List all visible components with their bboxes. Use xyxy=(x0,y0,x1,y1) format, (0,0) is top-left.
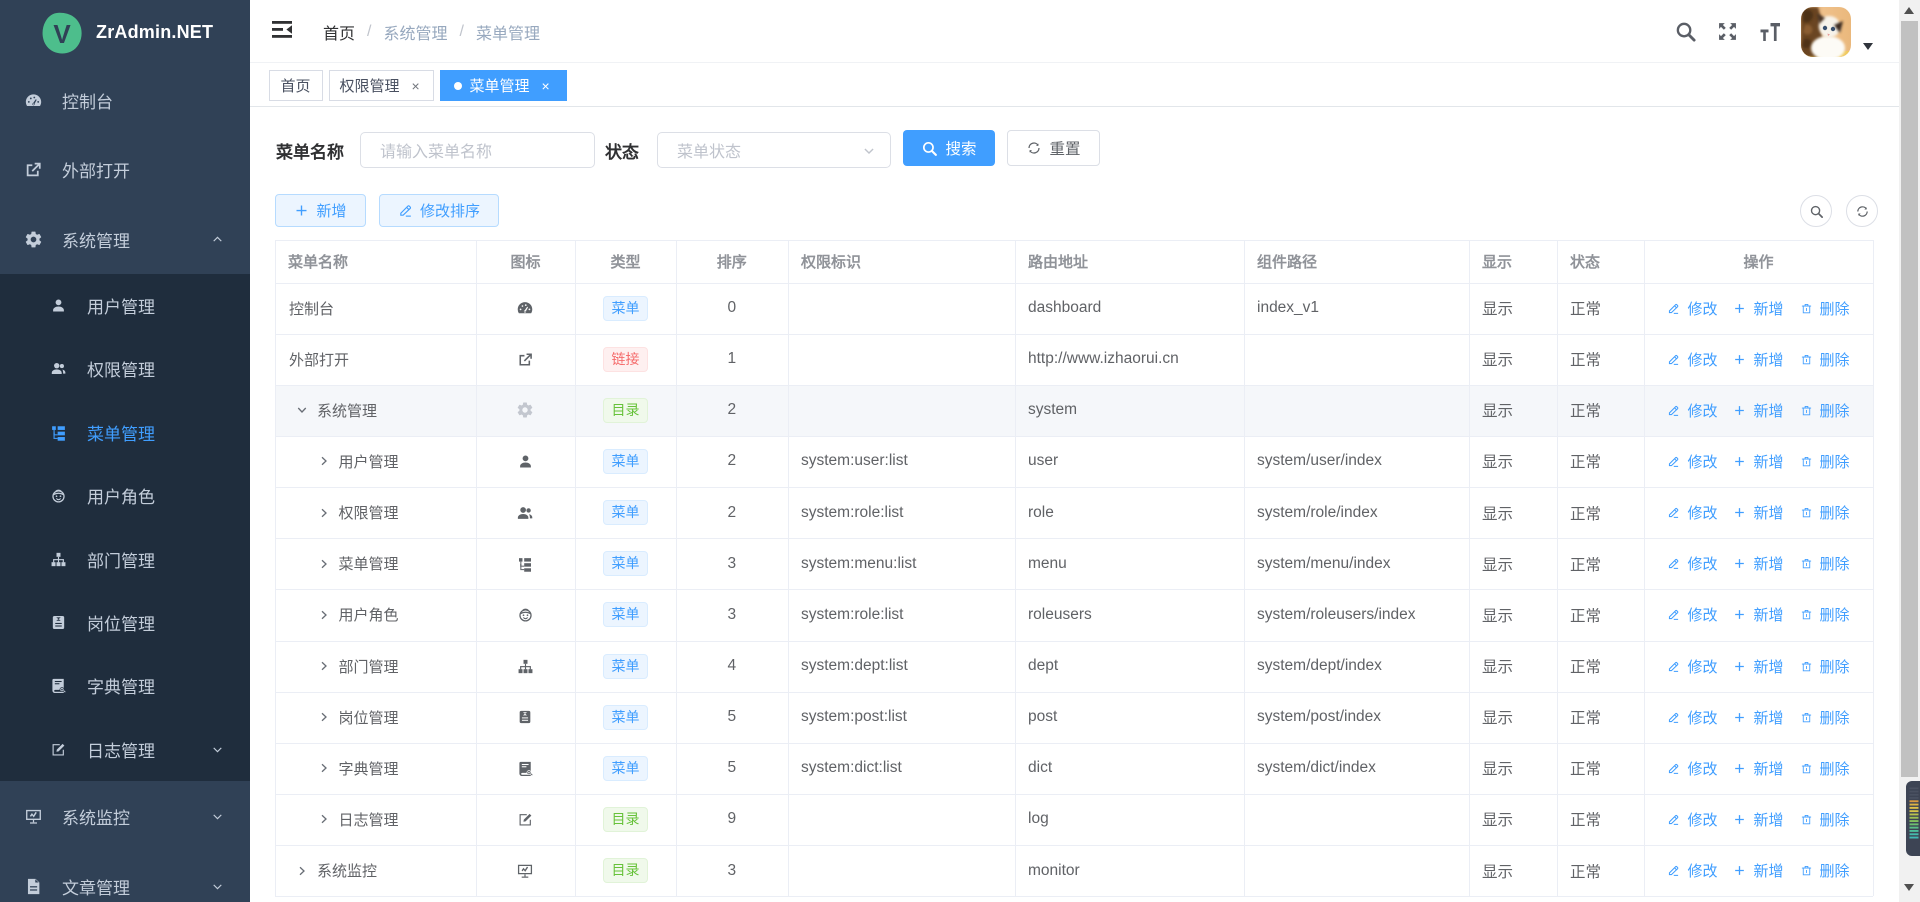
svg-text:V: V xyxy=(53,19,71,49)
